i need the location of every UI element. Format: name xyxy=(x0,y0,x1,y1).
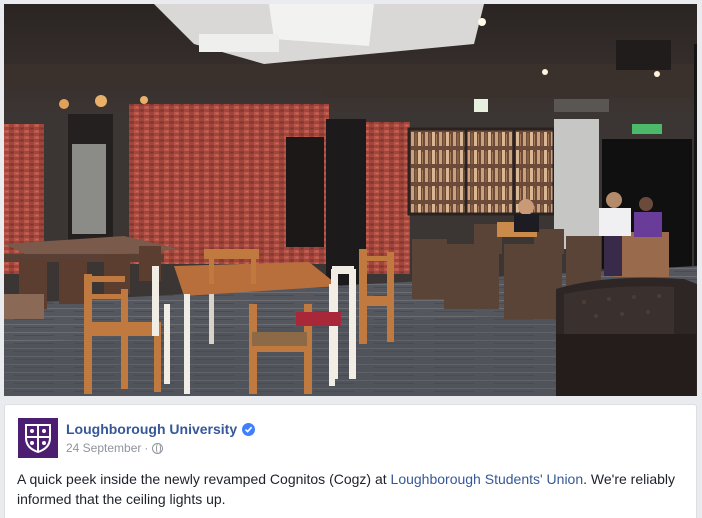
university-crest-icon xyxy=(25,424,51,453)
post-body: Loughborough University 24 September · A… xyxy=(4,404,697,518)
meta-separator: · xyxy=(144,441,149,455)
page-avatar[interactable] xyxy=(18,418,58,458)
post-text-before: A quick peek inside the newly revamped C… xyxy=(17,471,391,487)
verified-badge-icon xyxy=(242,422,256,436)
globe-icon[interactable] xyxy=(152,442,164,454)
facebook-post-card: Loughborough University 24 September · A… xyxy=(0,0,702,518)
page-name-row: Loughborough University xyxy=(66,421,256,437)
post-meta: 24 September · xyxy=(66,441,164,455)
post-date[interactable]: 24 September xyxy=(66,441,141,455)
post-photo[interactable] xyxy=(4,4,697,396)
mention-link[interactable]: Loughborough Students' Union xyxy=(391,471,584,487)
post-text: A quick peek inside the newly revamped C… xyxy=(17,469,687,509)
page-name-link[interactable]: Loughborough University xyxy=(66,421,237,437)
photo-bar-interior-image xyxy=(4,4,697,396)
